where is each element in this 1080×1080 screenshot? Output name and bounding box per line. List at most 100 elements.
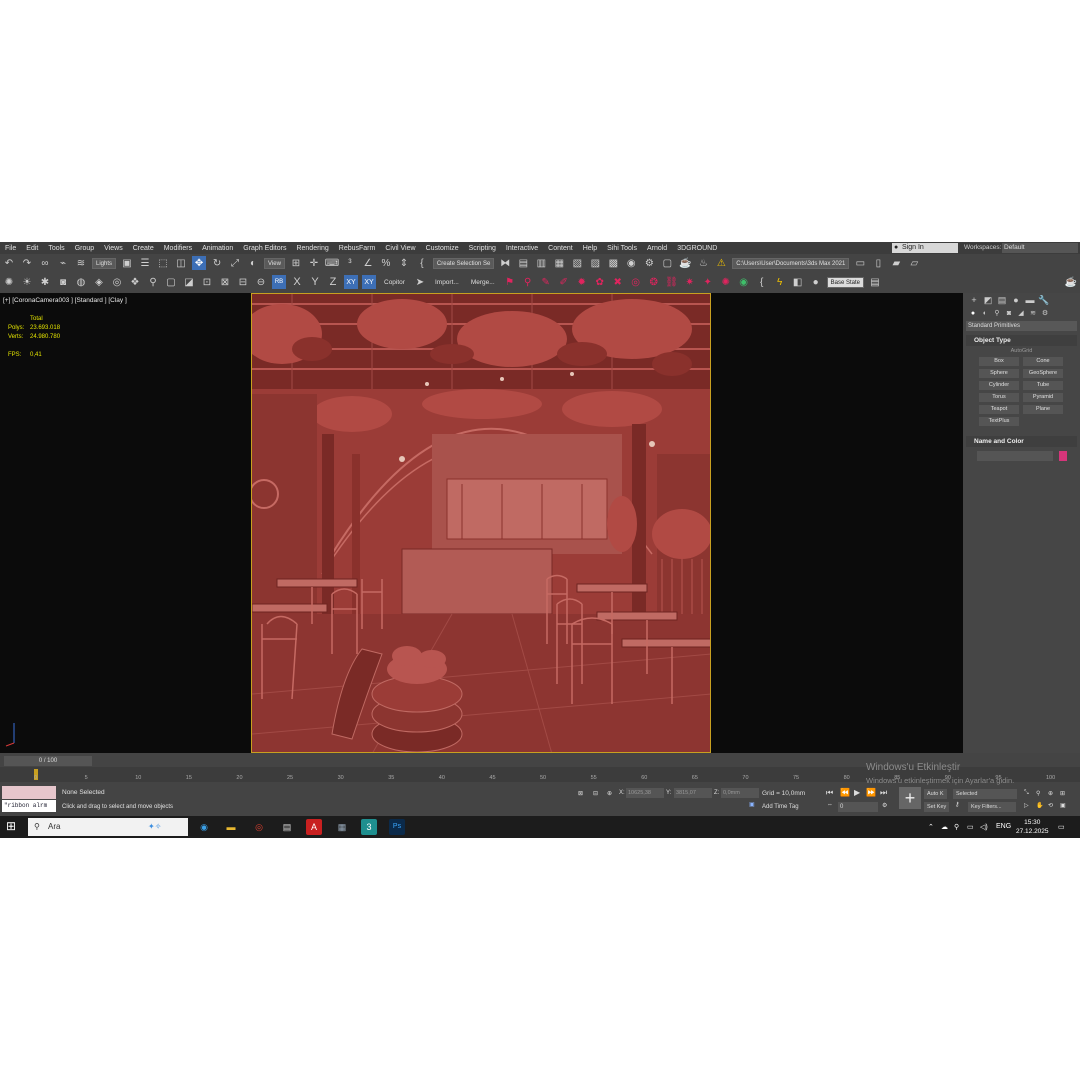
sparkle-icon[interactable]: ✷: [683, 275, 697, 289]
curve-editor-icon[interactable]: ▨: [588, 256, 602, 270]
edit-named-sel-icon[interactable]: {: [415, 256, 429, 270]
photoshop-icon[interactable]: Ps: [389, 819, 405, 835]
viewport-label[interactable]: [+] [CoronaCamera003 ] [Standard ] [Clay…: [3, 297, 127, 304]
merge-button[interactable]: Merge...: [471, 279, 495, 286]
display-tab-icon[interactable]: ▬: [1023, 295, 1037, 305]
link-icon[interactable]: ∞: [38, 256, 52, 270]
menu-animation[interactable]: Animation: [197, 245, 238, 252]
spinner-snap-icon[interactable]: ⇕: [397, 256, 411, 270]
render-setup-icon[interactable]: ⚙: [642, 256, 656, 270]
select-rotate-icon[interactable]: ↻: [210, 256, 224, 270]
brush-icon[interactable]: ✎: [539, 275, 553, 289]
corona-icon[interactable]: ◍: [74, 275, 88, 289]
maximize-viewport-icon[interactable]: ▣: [1060, 802, 1066, 809]
go-to-start-icon[interactable]: ⏮: [826, 788, 833, 798]
axis-z-button[interactable]: Z: [326, 275, 340, 289]
menu-scripting[interactable]: Scripting: [464, 245, 501, 252]
distance-icon[interactable]: ⊡: [200, 275, 214, 289]
window-crossing-icon[interactable]: ◫: [174, 256, 188, 270]
cameras-icon[interactable]: ◙: [1003, 310, 1015, 317]
spacewarps-icon[interactable]: ≋: [1027, 309, 1039, 317]
base-state-select[interactable]: Base State: [826, 276, 865, 288]
create-tab-icon[interactable]: +: [967, 295, 981, 305]
file-explorer-icon[interactable]: ▬: [223, 819, 239, 835]
maxscript-listener-pink[interactable]: [2, 786, 56, 799]
zoom-all-icon[interactable]: ⚲: [1036, 790, 1040, 797]
paint-icon[interactable]: ✐: [557, 275, 571, 289]
bolt-icon[interactable]: ϟ: [773, 275, 787, 289]
import-button[interactable]: Import...: [435, 279, 459, 286]
create-cylinder-button[interactable]: Cylinder: [979, 381, 1019, 390]
open-project-icon[interactable]: ▰: [889, 256, 903, 270]
schematic-icon[interactable]: ▩: [606, 256, 620, 270]
menu-sihi-tools[interactable]: Sihi Tools: [602, 245, 642, 252]
selection-filter-select[interactable]: Lights: [92, 257, 117, 269]
edge-icon[interactable]: ◉: [196, 819, 212, 835]
selected-set-select[interactable]: Selected: [953, 789, 1017, 799]
axis-xy-alt-button[interactable]: XY: [362, 275, 376, 289]
viewport-left-letterbox[interactable]: [+] [CoronaCamera003 ] [Standard ] [Clay…: [0, 293, 251, 753]
object-name-input[interactable]: [977, 451, 1053, 461]
axis-y-button[interactable]: Y: [308, 275, 322, 289]
hierarchy-tab-icon[interactable]: ▤: [995, 295, 1009, 306]
current-frame-input[interactable]: 0: [838, 802, 878, 812]
reference-coord-select[interactable]: View: [264, 257, 285, 269]
tone-icon[interactable]: ⊟: [236, 275, 250, 289]
menu-rendering[interactable]: Rendering: [291, 245, 333, 252]
sign-in-button[interactable]: ● Sign In: [892, 243, 958, 253]
menu-interactive[interactable]: Interactive: [501, 245, 543, 252]
set-key-button[interactable]: Set Key: [924, 802, 950, 812]
align-icon[interactable]: ▤: [516, 256, 530, 270]
rect-selection-icon[interactable]: ⬚: [156, 256, 170, 270]
menu-3dground[interactable]: 3DGROUND: [672, 245, 722, 252]
create-box-button[interactable]: Box: [979, 357, 1019, 366]
create-plane-button[interactable]: Plane: [1023, 405, 1063, 414]
shapes-icon[interactable]: ◐: [979, 310, 991, 317]
redo-icon[interactable]: ↷: [20, 256, 34, 270]
utilities-tab-icon[interactable]: 🔧: [1037, 295, 1051, 306]
key-icon[interactable]: ⚷: [955, 801, 959, 808]
3dsmax-icon[interactable]: 3: [361, 819, 377, 835]
unlink-icon[interactable]: ⌁: [56, 256, 70, 270]
tool-a-icon[interactable]: ⚑: [503, 275, 517, 289]
menu-edit[interactable]: Edit: [21, 245, 43, 252]
menu-customize[interactable]: Customize: [421, 245, 464, 252]
sun-icon[interactable]: ☀: [20, 275, 34, 289]
menu-modifiers[interactable]: Modifiers: [159, 245, 197, 252]
printer-icon[interactable]: ▤: [279, 819, 295, 835]
tray-chevron-icon[interactable]: ⌃: [928, 823, 934, 831]
state-sets-icon[interactable]: ▤: [868, 275, 882, 289]
menu-civil-view[interactable]: Civil View: [380, 245, 420, 252]
select-by-name-icon[interactable]: ☰: [138, 256, 152, 270]
converter-icon[interactable]: ⊠: [218, 275, 232, 289]
workspaces-select[interactable]: Default: [1002, 243, 1078, 253]
bind-spacewarp-icon[interactable]: ≋: [74, 256, 88, 270]
axis-xy-button[interactable]: XY: [344, 275, 358, 289]
absolute-mode-icon[interactable]: ⊕: [607, 790, 612, 797]
autogrid-checkbox[interactable]: AutoGrid: [963, 348, 1080, 354]
notification-icon[interactable]: ▭: [1058, 823, 1065, 831]
project-folder-icon[interactable]: ▭: [853, 256, 867, 270]
camera-viewport-render[interactable]: [251, 293, 711, 753]
undo-icon[interactable]: ↶: [2, 256, 16, 270]
key-filters-button[interactable]: Key Filters...: [968, 802, 1016, 812]
cross-icon[interactable]: ✖: [611, 275, 625, 289]
teapot-render-icon[interactable]: ☕: [1064, 275, 1078, 289]
tray-cloud-icon[interactable]: ☁: [941, 823, 948, 831]
flower-icon[interactable]: ✿: [593, 275, 607, 289]
cursor-icon[interactable]: ➤: [413, 275, 427, 289]
brace-icon[interactable]: {: [755, 275, 769, 289]
menu-content[interactable]: Content: [543, 245, 578, 252]
menu-file[interactable]: File: [0, 245, 21, 252]
create-sphere-button[interactable]: Sphere: [979, 369, 1019, 378]
network-icon[interactable]: ▭: [967, 823, 974, 831]
language-indicator[interactable]: ENG: [996, 823, 1011, 830]
mirror-icon[interactable]: ⧓: [498, 256, 512, 270]
render-icon[interactable]: ☕: [678, 256, 692, 270]
set-project-icon[interactable]: ▯: [871, 256, 885, 270]
zoom-icon[interactable]: ⤡: [1024, 790, 1029, 797]
project-path-select[interactable]: C:\Users\User\Documents\3ds Max 2021: [732, 257, 850, 269]
key-mode-icon[interactable]: ⇔: [827, 802, 833, 808]
modify-tab-icon[interactable]: ◩: [981, 295, 995, 306]
volume-icon[interactable]: ◁): [980, 823, 988, 831]
